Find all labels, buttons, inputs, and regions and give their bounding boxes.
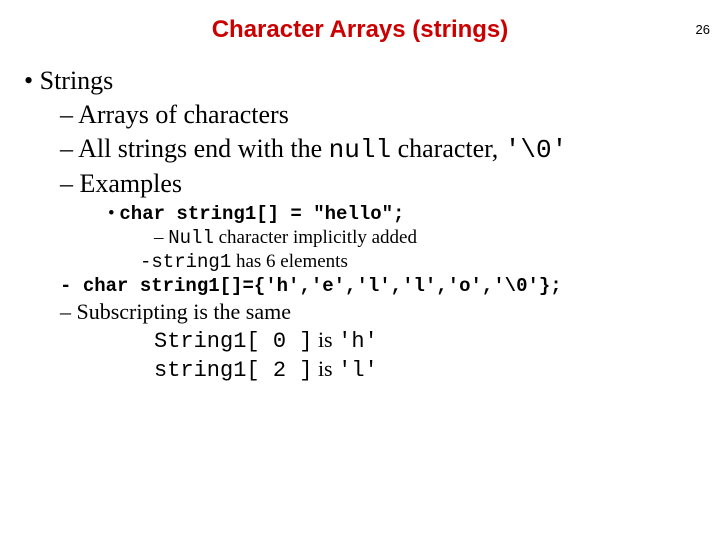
text-fragment: has 6 elements (231, 251, 348, 272)
slide-title: Character Arrays (strings) (0, 16, 720, 44)
slide-content: • Strings – Arrays of characters – All s… (0, 66, 720, 383)
bullet-subscript-0: String1[ 0 ] is 'h' (154, 327, 696, 354)
code-null: null (329, 135, 391, 165)
code-char-array-init: char string1[]={'h','e','l','l','o','\0'… (83, 275, 562, 297)
bullet-six-elements: -string1 has 6 elements (140, 251, 696, 273)
code-char-h: 'h' (338, 329, 378, 354)
bullet-arrays-of-characters: – Arrays of characters (60, 100, 696, 130)
code-subscript-2: string1[ 2 ] (154, 358, 312, 383)
code-string1: string1 (151, 251, 231, 273)
text-is: is (312, 356, 338, 381)
bullet-subscripting: – Subscripting is the same (60, 299, 696, 325)
page-number: 26 (696, 22, 710, 37)
bullet-subscript-2: string1[ 2 ] is 'l' (154, 356, 696, 383)
bullet-char-array-init: - char string1[]={'h','e','l','l','o','\… (60, 275, 696, 297)
bullet-null-character: – All strings end with the null characte… (60, 134, 696, 165)
dash-marker: - (60, 275, 83, 297)
dash-marker: - (140, 251, 151, 273)
code-null-word: Null (168, 227, 214, 249)
code-escape-zero: '\0' (505, 135, 567, 165)
code-char-hello: char string1[] = "hello"; (119, 203, 404, 225)
text-is: is (312, 327, 338, 352)
bullet-examples: – Examples (60, 169, 696, 199)
bullet-char-hello: • char string1[] = "hello"; (108, 203, 696, 225)
code-subscript-0: String1[ 0 ] (154, 329, 312, 354)
bullet-null-implicit: – Null character implicitly added (154, 227, 696, 249)
bullet-strings: • Strings (24, 66, 696, 96)
dash-marker: – (154, 227, 168, 248)
text-fragment: character implicitly added (214, 227, 417, 248)
bullet-marker: • (108, 203, 119, 224)
text-fragment: character, (391, 134, 505, 163)
code-char-l: 'l' (338, 358, 378, 383)
text-fragment: – All strings end with the (60, 134, 329, 163)
